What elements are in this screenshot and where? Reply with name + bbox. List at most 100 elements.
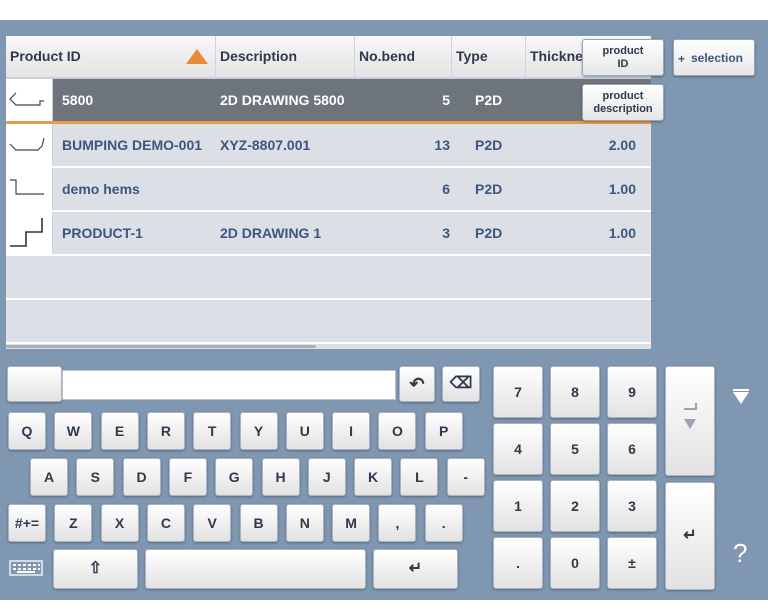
enter-icon: ↵ [408, 560, 423, 577]
cell-thickness: 1.00 [608, 225, 636, 241]
key-q[interactable]: Q [8, 412, 46, 450]
table-row[interactable]: BUMPING DEMO-001 XYZ-8807.001 13 P2D 2.0… [6, 124, 651, 168]
key-i[interactable]: I [332, 412, 371, 450]
cell-thickness: 1.00 [608, 181, 636, 197]
selection-button[interactable]: + selection [673, 39, 755, 76]
key-w[interactable]: W [54, 412, 93, 450]
cell-no-bend: 6 [442, 181, 450, 197]
cell-description: XYZ-8807.001 [220, 137, 311, 153]
numpad-key-4[interactable]: 4 [493, 423, 543, 475]
key-l[interactable]: L [400, 458, 439, 496]
key-a[interactable]: A [30, 458, 68, 496]
sort-ascending-icon [186, 49, 208, 64]
table-row[interactable]: 5800 2D DRAWING 5800 5 P2D [6, 79, 651, 124]
horizontal-scrollbar[interactable] [6, 345, 316, 348]
product-description-button-line2: description [593, 103, 653, 115]
collapse-keyboard-bar-icon[interactable] [733, 389, 749, 391]
cell-no-bend: 5 [442, 92, 450, 108]
key-r[interactable]: R [146, 412, 185, 450]
backspace-icon: ⌫ [449, 375, 473, 392]
key-g[interactable]: G [215, 458, 254, 496]
key-period[interactable]: . [424, 504, 463, 542]
product-description-button-line1: product [602, 90, 644, 102]
key-t[interactable]: T [193, 412, 232, 450]
cell-no-bend: 3 [442, 225, 450, 241]
cell-type: P2D [475, 225, 503, 241]
numpad-key-5[interactable]: 5 [550, 423, 600, 475]
key-o[interactable]: O [378, 412, 417, 450]
cell-type: P2D [475, 92, 503, 108]
key-v[interactable]: V [193, 504, 232, 542]
tab-down-icon [684, 403, 697, 429]
key-z[interactable]: Z [54, 504, 93, 542]
enter-key[interactable]: ↵ [373, 549, 458, 589]
key-m[interactable]: M [332, 504, 371, 542]
empty-row [6, 256, 651, 300]
key-e[interactable]: E [100, 412, 139, 450]
plus-icon: + [678, 52, 686, 66]
key-s[interactable]: S [76, 458, 115, 496]
numpad-key-1[interactable]: 1 [493, 480, 543, 532]
numpad-key-plus-minus[interactable]: ± [607, 537, 657, 589]
cell-product-id: BUMPING DEMO-001 [62, 137, 203, 153]
selection-button-label: selection [690, 51, 744, 65]
empty-row [6, 300, 651, 344]
product-id-button-line1: product [602, 45, 644, 57]
key-comma[interactable]: , [378, 504, 417, 542]
table-row[interactable]: demo hems 6 P2D 1.00 [6, 168, 651, 212]
cell-product-id: demo hems [62, 181, 140, 197]
cell-product-id: PRODUCT-1 [62, 225, 143, 241]
undo-key[interactable]: ↶ [399, 366, 435, 402]
cell-description [220, 168, 360, 210]
cell-no-bend: 13 [434, 137, 450, 153]
key-h[interactable]: H [261, 458, 300, 496]
cell-description: 2D DRAWING 5800 [220, 92, 345, 108]
numpad-key-6[interactable]: 6 [607, 423, 657, 475]
numpad-key-8[interactable]: 8 [550, 366, 600, 418]
key-u[interactable]: U [285, 412, 324, 450]
key-c[interactable]: C [146, 504, 185, 542]
key-x[interactable]: X [100, 504, 139, 542]
key-d[interactable]: D [122, 458, 161, 496]
numpad-enter-key[interactable]: ↵ [665, 482, 715, 590]
numpad-key-3[interactable]: 3 [607, 480, 657, 532]
cell-type: P2D [475, 181, 503, 197]
numpad-key-period[interactable]: . [493, 537, 543, 589]
input-left-key[interactable] [7, 366, 62, 402]
table-header: Product ID Description No.bend Type Thic… [6, 36, 651, 79]
key-j[interactable]: J [307, 458, 346, 496]
space-key[interactable] [145, 549, 366, 589]
product-id-button[interactable]: product ID [582, 39, 664, 76]
key-dash[interactable]: - [446, 458, 485, 496]
cell-product-id: 5800 [62, 92, 94, 108]
bend-profile-icon [6, 124, 53, 166]
numpad-key-2[interactable]: 2 [550, 480, 600, 532]
key-n[interactable]: N [285, 504, 324, 542]
key-symbols[interactable]: #+= [8, 504, 46, 542]
column-header-type[interactable]: Type [452, 36, 526, 77]
keyboard-text-input[interactable] [62, 370, 396, 400]
shift-key[interactable]: ⇧ [53, 549, 138, 589]
product-description-button[interactable]: product description [582, 84, 664, 121]
numpad-key-7[interactable]: 7 [493, 366, 543, 418]
keyboard-icon[interactable] [8, 558, 44, 578]
key-b[interactable]: B [239, 504, 278, 542]
numpad-key-0[interactable]: 0 [550, 537, 600, 589]
backspace-key[interactable]: ⌫ [442, 366, 480, 402]
product-table: Product ID Description No.bend Type Thic… [6, 36, 651, 349]
help-icon[interactable]: ? [733, 538, 747, 569]
cell-thickness: 2.00 [608, 137, 636, 153]
key-f[interactable]: F [168, 458, 207, 496]
cell-type: P2D [475, 137, 503, 153]
key-k[interactable]: K [354, 458, 393, 496]
key-y[interactable]: Y [239, 412, 278, 450]
numpad-tab-key[interactable] [665, 366, 715, 476]
bend-profile-icon [6, 79, 53, 121]
key-p[interactable]: P [424, 412, 463, 450]
column-header-product-id[interactable]: Product ID [6, 36, 216, 77]
collapse-keyboard-icon[interactable] [733, 392, 749, 404]
column-header-description[interactable]: Description [216, 36, 355, 77]
table-row[interactable]: PRODUCT-1 2D DRAWING 1 3 P2D 1.00 [6, 212, 651, 256]
numpad-key-9[interactable]: 9 [607, 366, 657, 418]
column-header-no-bend[interactable]: No.bend [355, 36, 452, 77]
